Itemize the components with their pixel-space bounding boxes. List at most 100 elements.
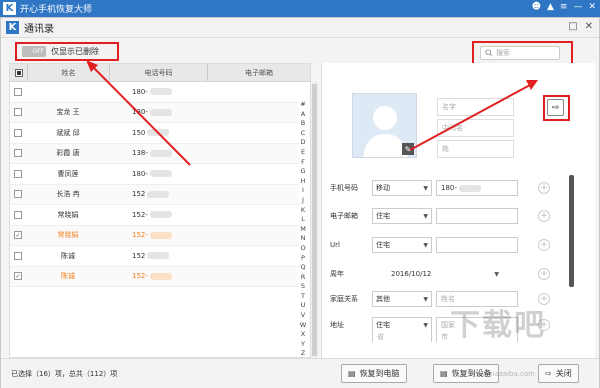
chat-icon[interactable]: ☻ [532, 2, 541, 12]
alphabet-letter[interactable]: Q [300, 263, 305, 273]
alphabet-letter[interactable]: C [301, 129, 306, 139]
row-checkbox[interactable]: ✓ [14, 272, 22, 281]
alphabet-letter[interactable]: T [301, 292, 305, 302]
family-type-value: 其他 [376, 295, 390, 303]
row-checkbox[interactable] [14, 210, 22, 219]
add-anniversary-icon[interactable]: + [538, 268, 550, 280]
shirt-icon[interactable]: ▲ [547, 2, 554, 12]
mobile-type-select[interactable]: 移动 ▼ [372, 180, 432, 196]
redacted-number [149, 88, 172, 96]
table-row[interactable]: 长浩 冉 152 [10, 184, 299, 205]
maximize-icon[interactable]: □ [568, 21, 577, 32]
row-checkbox[interactable] [14, 169, 22, 178]
minimize-icon[interactable]: — [573, 2, 582, 12]
alphabet-letter[interactable]: W [300, 321, 306, 331]
redacted-number [149, 272, 172, 280]
row-checkbox[interactable] [14, 128, 22, 137]
table-row[interactable]: 曹凤莲 180- [10, 164, 299, 185]
table-row[interactable]: ✓ 陈诚 152- [10, 266, 299, 287]
email-type-select[interactable]: 住宅 ▼ [372, 208, 432, 224]
mobile-input[interactable]: 180- [436, 180, 518, 196]
list-scroll-thumb[interactable] [312, 84, 317, 356]
alphabet-letter[interactable]: B [301, 119, 305, 129]
deleted-only-toggle[interactable]: OFF [22, 46, 46, 57]
alphabet-letter[interactable]: J [302, 196, 304, 206]
add-email-icon[interactable]: + [538, 210, 550, 222]
url-type-select[interactable]: 住宅 ▼ [372, 237, 432, 253]
select-all-cell [10, 64, 28, 81]
menu-icon[interactable]: ≡ [560, 2, 568, 12]
alphabet-letter[interactable]: K [301, 206, 305, 216]
select-all-checkbox[interactable] [14, 68, 23, 77]
province-input[interactable]: 省 [372, 332, 432, 342]
alphabet-letter[interactable]: M [300, 225, 306, 235]
add-url-icon[interactable]: + [538, 239, 550, 251]
alphabet-letter[interactable]: S [301, 282, 305, 292]
alphabet-letter[interactable]: I [302, 186, 304, 196]
email-input[interactable] [436, 208, 518, 224]
alphabet-letter[interactable]: H [301, 177, 306, 187]
last-name-field[interactable]: 姓 [437, 140, 514, 158]
add-mobile-icon[interactable]: + [538, 182, 550, 194]
family-type-select[interactable]: 其他 ▼ [372, 291, 432, 307]
redacted-number [149, 108, 172, 116]
row-checkbox[interactable] [14, 251, 22, 260]
contact-name: 长浩 冉 [56, 190, 80, 199]
table-row[interactable]: 彩霞 唐 138- [10, 143, 299, 164]
close-icon[interactable]: ✕ [588, 2, 596, 12]
export-contact-button[interactable]: ⇨ [547, 99, 564, 116]
url-input[interactable] [436, 237, 518, 253]
address-type-select[interactable]: 住宅 ▼ [372, 317, 432, 333]
alphabet-letter[interactable]: N [301, 234, 306, 244]
restore-to-pc-button[interactable]: ▤ 恢复到电脑 [341, 364, 407, 383]
alphabet-letter[interactable]: # [300, 100, 305, 110]
first-name-field[interactable]: 名字 [437, 98, 514, 116]
table-row[interactable]: 180- [10, 82, 299, 103]
alphabet-letter[interactable]: P [301, 254, 305, 264]
alphabet-letter[interactable]: E [301, 148, 305, 158]
redacted-number [149, 149, 172, 157]
avatar[interactable]: ✎ [352, 93, 417, 158]
redacted-number [149, 170, 172, 178]
column-name[interactable]: 姓名 [28, 64, 110, 81]
contact-name: 陈诚 [61, 272, 75, 281]
table-row[interactable]: 陈诚 152 [10, 246, 299, 267]
alphabet-letter[interactable]: A [301, 110, 305, 120]
table-row[interactable]: ✓ 常晓娟 152- [10, 225, 299, 246]
alphabet-letter[interactable]: L [301, 215, 305, 225]
alphabet-letter[interactable]: G [300, 167, 305, 177]
computer-icon: ▤ [348, 369, 356, 378]
row-checkbox[interactable] [14, 190, 22, 199]
row-checkbox[interactable] [14, 108, 22, 117]
alphabet-letter[interactable]: V [301, 311, 305, 321]
window-close-icon[interactable]: ✕ [585, 21, 593, 32]
search-input[interactable]: 搜索 [480, 46, 560, 60]
alphabet-letter[interactable]: O [300, 244, 305, 254]
alphabet-letter[interactable]: X [301, 330, 305, 340]
middle-name-field[interactable]: 中间名 [437, 119, 514, 137]
column-email[interactable]: 电子邮箱 [208, 64, 310, 81]
alphabet-letter[interactable]: U [301, 301, 306, 311]
row-checkbox[interactable]: ✓ [14, 231, 22, 240]
column-phone[interactable]: 电话号码 [110, 64, 208, 81]
mobile-label: 手机号码 [330, 184, 358, 192]
anniversary-date-select[interactable]: 2016/10/12 ▼ [372, 266, 502, 282]
edit-avatar-icon[interactable]: ✎ [402, 143, 414, 155]
contact-phone: 138- [108, 149, 208, 157]
row-checkbox[interactable] [14, 87, 22, 96]
detail-scrollbar[interactable] [569, 175, 574, 287]
chevron-down-icon: ▼ [423, 321, 428, 329]
close-button[interactable]: ⇨ 关闭 [538, 364, 579, 383]
chevron-down-icon: ▼ [423, 184, 428, 192]
alphabet-letter[interactable]: F [301, 158, 305, 168]
table-row[interactable]: 宝龙 王 130- [10, 102, 299, 123]
alphabet-letter[interactable]: R [301, 273, 306, 283]
table-row[interactable]: 斌斌 邱 150 [10, 123, 299, 144]
table-row[interactable]: 常晓娟 152- [10, 205, 299, 226]
alphabet-letter[interactable]: D [300, 138, 305, 148]
redacted-number [149, 231, 172, 239]
list-scrollbar[interactable] [311, 82, 319, 358]
phone-prefix: 152- [132, 210, 148, 219]
alphabet-letter[interactable]: Y [301, 340, 305, 350]
row-checkbox[interactable] [14, 149, 22, 158]
